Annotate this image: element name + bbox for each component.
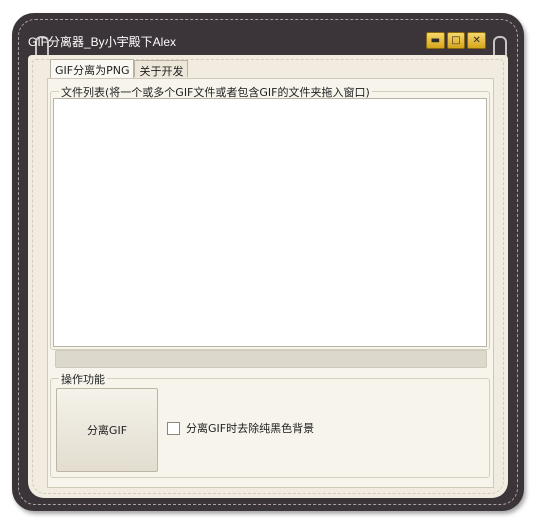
- tab-split-png[interactable]: GIF分离为PNG: [50, 59, 135, 78]
- progress-bar: [55, 350, 487, 368]
- minimize-button[interactable]: ▬: [426, 32, 445, 49]
- close-button[interactable]: ✕: [467, 32, 487, 49]
- operations-title: 操作功能: [59, 371, 107, 387]
- tab-bar: GIF分离为PNG 关于开发: [50, 59, 189, 79]
- window-title: GIF分离器_By小宇殿下Alex: [28, 35, 177, 49]
- remove-black-bg-label: 分离GIF时去除纯黑色背景: [186, 422, 315, 435]
- maximize-button[interactable]: □: [446, 32, 466, 49]
- remove-black-bg-checkbox[interactable]: [167, 422, 180, 435]
- split-gif-button[interactable]: 分离GIF: [56, 388, 158, 472]
- tab-about[interactable]: 关于开发: [134, 60, 189, 78]
- window-controls: ▬ □ ✕: [426, 32, 487, 49]
- file-list[interactable]: [53, 98, 487, 347]
